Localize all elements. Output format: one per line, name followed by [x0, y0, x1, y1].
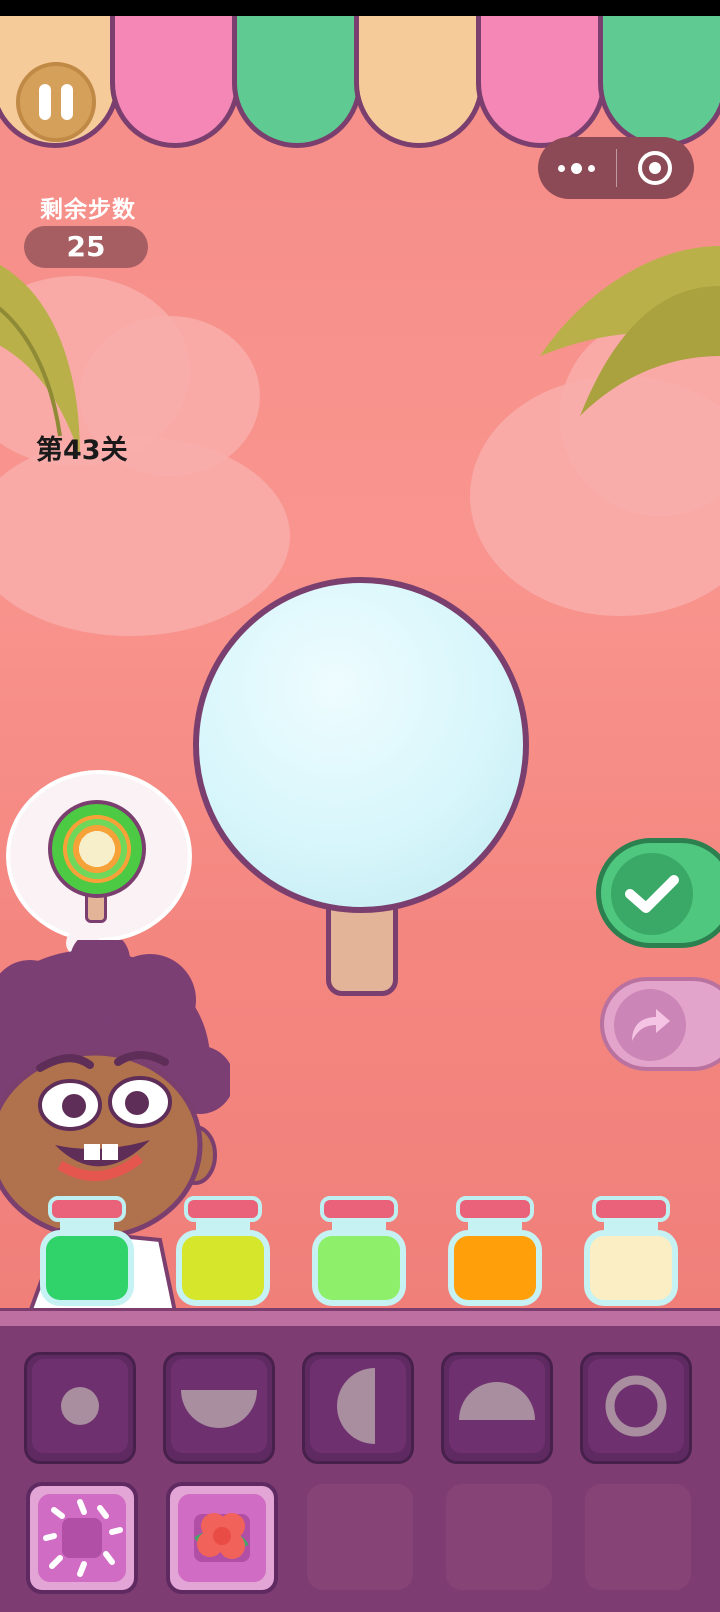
color-jar-cream[interactable]: [582, 1196, 680, 1312]
shape-tile-bottom-half[interactable]: [163, 1352, 275, 1464]
jar-liquid-lime: [318, 1236, 400, 1300]
topping-tile-flower[interactable]: [166, 1482, 278, 1594]
color-jar-yellow-green[interactable]: [174, 1196, 272, 1312]
jar-body: [176, 1230, 270, 1306]
bottom-half-icon: [181, 1390, 257, 1428]
counter-shelf: [0, 1308, 720, 1326]
left-half-icon: [337, 1368, 375, 1444]
topping-tile-sprinkles[interactable]: [26, 1482, 138, 1594]
jar-body: [312, 1230, 406, 1306]
close-mini-program-button[interactable]: [617, 151, 695, 185]
color-jar-green[interactable]: [38, 1196, 136, 1312]
shape-tile-ring[interactable]: [580, 1352, 692, 1464]
empty-slot: [585, 1484, 691, 1590]
more-dots-icon: [588, 164, 596, 172]
color-jar-lime[interactable]: [310, 1196, 408, 1312]
redo-arrow-icon: [614, 989, 686, 1061]
more-button[interactable]: [538, 162, 616, 174]
awning-scallop: [598, 16, 720, 148]
more-dots-icon: [558, 164, 566, 172]
remaining-steps-label: 剩余步数: [40, 197, 136, 223]
jar-body: [40, 1230, 134, 1306]
awning-scallop: [232, 16, 362, 148]
jar-body: [584, 1230, 678, 1306]
checkmark-icon: [611, 853, 693, 935]
mini-program-capsule: [538, 137, 694, 199]
small-dot-icon: [61, 1387, 99, 1425]
pause-icon: [61, 84, 73, 120]
confirm-button[interactable]: [596, 838, 720, 948]
color-jar-orange[interactable]: [446, 1196, 544, 1312]
lollipop-icon: [48, 800, 146, 898]
jar-liquid-cream: [590, 1236, 672, 1300]
jar-body: [448, 1230, 542, 1306]
flower-icon: [194, 1513, 250, 1562]
popsicle-canvas[interactable]: [193, 577, 529, 913]
palm-leaf-right: [540, 246, 720, 416]
awning-scallop: [354, 16, 484, 148]
target-close-icon: [638, 151, 673, 185]
sprinkles-icon: [43, 1499, 123, 1577]
pause-icon: [39, 84, 51, 120]
level-label: 第43关: [36, 435, 128, 466]
empty-slot: [446, 1484, 552, 1590]
pause-button[interactable]: [16, 62, 96, 142]
jar-liquid-green: [46, 1236, 128, 1300]
jar-liquid-orange: [454, 1236, 536, 1300]
shape-tile-small-dot[interactable]: [24, 1352, 136, 1464]
top-half-icon: [459, 1382, 535, 1420]
awning-scallop: [110, 16, 240, 148]
redo-button[interactable]: [600, 977, 720, 1071]
jar-liquid-yellow-green: [182, 1236, 264, 1300]
ring-icon: [605, 1375, 667, 1437]
remaining-steps-value: 25: [24, 226, 148, 268]
empty-slot: [307, 1484, 413, 1590]
shape-tile-top-half[interactable]: [441, 1352, 553, 1464]
shape-tile-left-half[interactable]: [302, 1352, 414, 1464]
awning-scallop: [476, 16, 606, 148]
more-dots-icon: [571, 162, 583, 174]
